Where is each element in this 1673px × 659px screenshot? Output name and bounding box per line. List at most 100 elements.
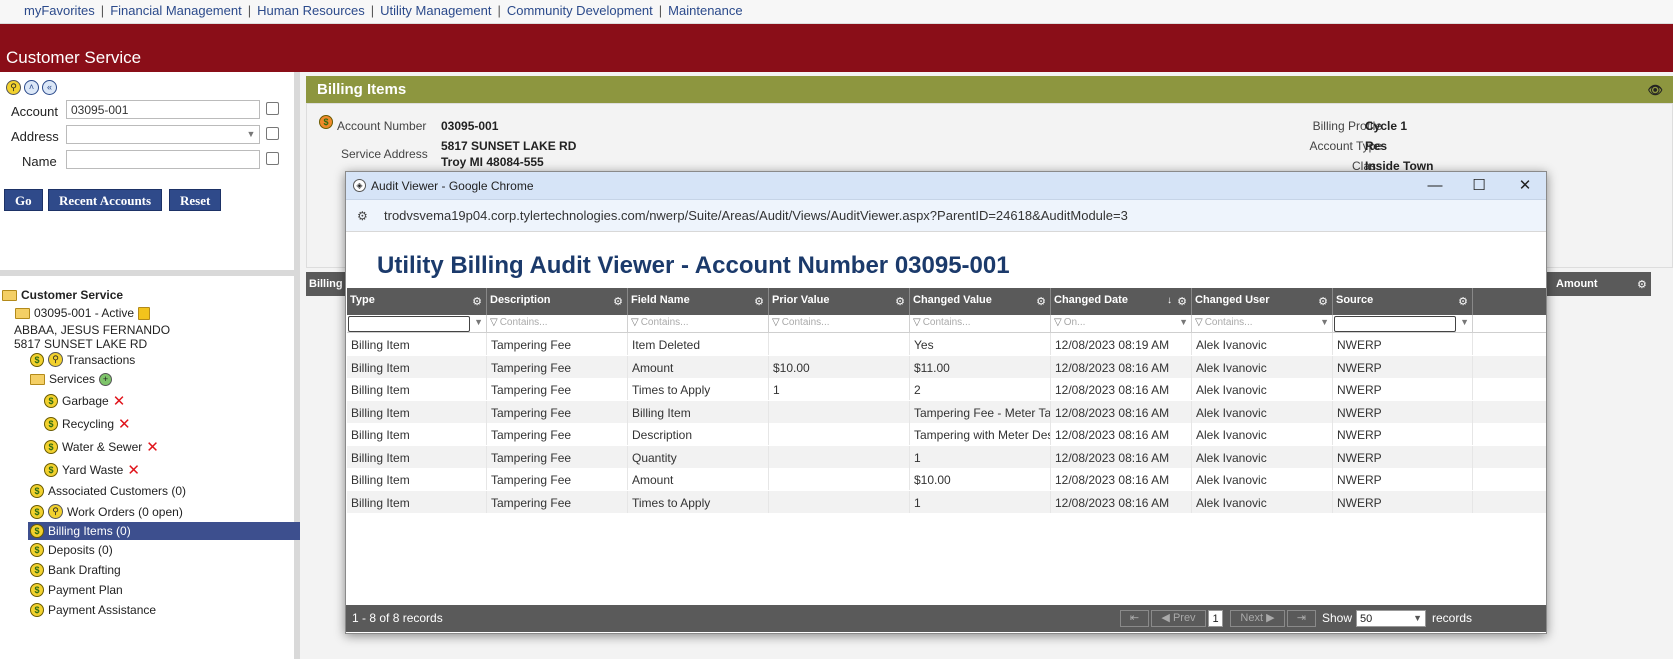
tree-root[interactable]: Customer Service: [2, 288, 123, 302]
chevron-down-icon[interactable]: ▼: [474, 317, 483, 327]
eye-icon[interactable]: 👁: [1648, 83, 1663, 97]
filter-cell[interactable]: ▼: [347, 315, 487, 333]
address-select[interactable]: ▼: [66, 125, 260, 144]
gear-icon[interactable]: ⚙: [754, 295, 764, 308]
table-row[interactable]: Billing Item Tampering Fee Description Tamp…: [347, 423, 1546, 445]
account-input[interactable]: [66, 100, 260, 119]
collapse-up-icon[interactable]: ˄: [24, 80, 39, 95]
first-page-button[interactable]: ⇤: [1120, 610, 1149, 627]
table-cell: Tampering Fee: [487, 490, 628, 513]
column-header[interactable]: Description ⚙: [487, 288, 628, 315]
search-icon[interactable]: ⚲: [6, 80, 21, 95]
account-checkbox[interactable]: [266, 102, 279, 115]
go-button[interactable]: Go: [4, 189, 43, 211]
close-icon[interactable]: ✕: [1514, 175, 1536, 197]
left-panel: ⚲ ˄ « Account Address ▼ Name Go Recent A…: [0, 72, 300, 659]
work-order-icon: $: [30, 504, 44, 519]
filter-select[interactable]: [1334, 316, 1456, 332]
table-cell: 12/08/2023 08:16 AM: [1051, 355, 1192, 378]
tree-work-orders[interactable]: $ ⚲ Work Orders (0 open): [30, 504, 183, 519]
filter-cell[interactable]: ▽ Contains...: [487, 315, 628, 333]
nav-separator: |: [658, 3, 663, 18]
nav-link[interactable]: Financial Management: [110, 3, 242, 18]
name-input[interactable]: [66, 150, 260, 169]
gear-icon[interactable]: ⚙: [1318, 295, 1328, 308]
table-cell: Alek Ivanovic: [1192, 445, 1333, 468]
tree-services[interactable]: Services +: [30, 372, 113, 386]
maximize-icon[interactable]: ☐: [1468, 175, 1490, 197]
service-item-yard-waste[interactable]: $ Yard Waste ✕: [44, 461, 140, 479]
filter-cell[interactable]: ▽ Contains...: [910, 315, 1051, 333]
gear-icon[interactable]: ⚙: [1637, 278, 1647, 291]
column-header[interactable]: Prior Value ⚙: [769, 288, 910, 315]
nav-link[interactable]: Utility Management: [380, 3, 491, 18]
chevron-down-icon[interactable]: ▼: [1320, 317, 1329, 327]
gear-icon[interactable]: ⚙: [1458, 295, 1468, 308]
filter-cell[interactable]: ▽ Contains... ▼: [1192, 315, 1333, 333]
table-row[interactable]: Billing Item Tampering Fee Billing Item Tam…: [347, 400, 1546, 423]
address-bar[interactable]: ⚙ trodvsvema19p04.corp.tylertechnologies…: [346, 200, 1546, 232]
current-page[interactable]: 1: [1208, 610, 1223, 627]
billing-items-title: Billing Items: [317, 81, 407, 98]
gear-icon[interactable]: ⚙: [1177, 295, 1187, 308]
page-size-select[interactable]: 50 ▼: [1356, 610, 1426, 627]
service-label: Yard Waste: [62, 463, 124, 477]
tree-transactions[interactable]: $ ⚲ Transactions: [30, 352, 135, 367]
tree-billing-items[interactable]: $ Billing Items (0): [28, 522, 300, 540]
sort-desc-icon[interactable]: ↓: [1167, 295, 1172, 306]
filter-cell[interactable]: ▽ On... ▼: [1051, 315, 1192, 333]
tree-payment-plan[interactable]: $ Payment Plan: [30, 583, 123, 597]
service-item-garbage[interactable]: $ Garbage ✕: [44, 392, 125, 410]
filter-icon: ▽: [1195, 317, 1203, 328]
tree-account[interactable]: 03095-001 - Active: [15, 306, 151, 320]
table-row[interactable]: Billing Item Tampering Fee Times to Apply 1…: [347, 378, 1546, 400]
column-header[interactable]: Changed User ⚙: [1192, 288, 1333, 315]
table-row[interactable]: Billing Item Tampering Fee Amount $10.00 12/…: [347, 468, 1546, 490]
prev-page-button[interactable]: ◀ Prev: [1151, 610, 1206, 627]
filter-cell[interactable]: ▽ Contains...: [628, 315, 769, 333]
tree-deposits[interactable]: $ Deposits (0): [30, 543, 113, 557]
tree-bank-drafting[interactable]: $ Bank Drafting: [30, 563, 121, 577]
gear-icon[interactable]: ⚙: [613, 295, 623, 308]
table-row[interactable]: Billing Item Tampering Fee Item Deleted Yes…: [347, 333, 1546, 355]
filter-cell[interactable]: ▽ Contains...: [769, 315, 910, 333]
filter-select[interactable]: [348, 316, 470, 332]
nav-link[interactable]: Human Resources: [257, 3, 365, 18]
filter-cell[interactable]: ▼: [1333, 315, 1473, 333]
column-header[interactable]: Changed Date ↓ ⚙: [1051, 288, 1192, 315]
column-header[interactable]: Field Name ⚙: [628, 288, 769, 315]
table-row[interactable]: Billing Item Tampering Fee Times to Apply 1…: [347, 490, 1546, 513]
billing-grid-col-amount[interactable]: Amount: [1556, 278, 1598, 290]
column-header[interactable]: Changed Value ⚙: [910, 288, 1051, 315]
tree-payment-assistance[interactable]: $ Payment Assistance: [30, 603, 156, 617]
chevron-down-icon[interactable]: ▼: [1460, 317, 1469, 327]
minimize-icon[interactable]: —: [1424, 175, 1446, 197]
name-checkbox[interactable]: [266, 152, 279, 165]
chevron-down-icon[interactable]: ▼: [1179, 317, 1188, 327]
last-page-button[interactable]: ⇥: [1287, 610, 1316, 627]
collapse-left-icon[interactable]: «: [42, 80, 57, 95]
gear-icon[interactable]: ⚙: [1036, 295, 1046, 308]
table-cell: NWERP: [1333, 423, 1473, 445]
nav-link[interactable]: Community Development: [507, 3, 653, 18]
gear-icon[interactable]: ⚙: [472, 295, 482, 308]
site-settings-icon[interactable]: ⚙: [357, 209, 368, 223]
table-cell: NWERP: [1333, 378, 1473, 400]
service-item-recycling[interactable]: $ Recycling ✕: [44, 415, 131, 433]
service-icon: $: [44, 440, 58, 454]
column-header[interactable]: Source ⚙: [1333, 288, 1473, 315]
panel-divider[interactable]: [0, 270, 300, 276]
nav-link[interactable]: myFavorites: [24, 3, 95, 18]
gear-icon[interactable]: ⚙: [895, 295, 905, 308]
table-cell: Billing Item: [628, 400, 769, 423]
table-row[interactable]: Billing Item Tampering Fee Amount $10.00 $11…: [347, 355, 1546, 378]
table-row[interactable]: Billing Item Tampering Fee Quantity 1 12/08/…: [347, 445, 1546, 468]
next-page-button[interactable]: Next ▶: [1230, 610, 1285, 627]
service-item-water-sewer[interactable]: $ Water & Sewer ✕: [44, 438, 159, 456]
recent-accounts-button[interactable]: Recent Accounts: [48, 189, 163, 211]
tree-associated-customers[interactable]: $ Associated Customers (0): [30, 484, 186, 498]
address-checkbox[interactable]: [266, 127, 279, 140]
nav-link[interactable]: Maintenance: [668, 3, 742, 18]
column-header[interactable]: Type ⚙: [347, 288, 487, 315]
reset-button[interactable]: Reset: [169, 189, 222, 211]
